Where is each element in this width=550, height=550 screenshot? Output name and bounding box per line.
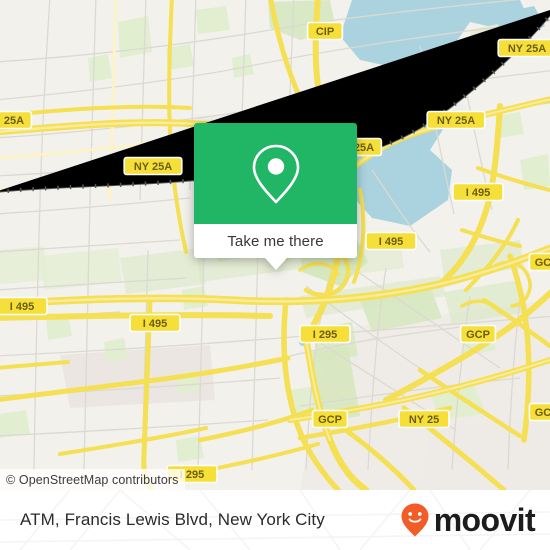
moovit-pin-smile-icon (401, 503, 429, 537)
footer-bar: ATM, Francis Lewis Blvd, New York City m… (0, 490, 550, 550)
highway-shield-label: I 295 (313, 329, 337, 341)
highway-shield: NY 25 (398, 409, 450, 429)
highway-shield: GC (528, 402, 550, 422)
highway-shield-label: GCP (318, 414, 342, 426)
highway-shield: GC (528, 252, 550, 272)
highway-shield-label: NY 25A (134, 161, 172, 173)
highway-shield: I 495 (365, 231, 417, 251)
highway-shield: NY 25A (123, 156, 183, 176)
location-title: ATM, Francis Lewis Blvd, New York City (20, 510, 325, 529)
highway-shield-label: NY 25A (508, 43, 546, 55)
moovit-wordmark: moovit (433, 502, 536, 538)
highway-shield-label: NY 25A (437, 115, 475, 127)
highway-shield: I 495 (452, 182, 504, 202)
highway-shield: CIP (306, 21, 344, 41)
highway-shield-label: I 495 (143, 318, 167, 330)
highway-shield-label: 25A (4, 115, 24, 127)
highway-shield-label: GCP (466, 329, 490, 341)
moovit-brand[interactable]: moovit (400, 490, 536, 550)
highway-shield: I 495 (0, 296, 48, 316)
popup-pointer-tail (264, 258, 287, 270)
map-pin-icon (252, 144, 299, 203)
moovit-map-screen: .w{fill:#AAD3DF} .pk{fill:#D6E8BE} .pk2{… (0, 0, 550, 550)
highway-shield-label: I 495 (379, 236, 403, 248)
highway-shield-label: I 495 (10, 301, 34, 313)
highway-shield: GCP (311, 409, 349, 429)
highway-shield: I 295 (299, 324, 351, 344)
highway-shield-label: I 495 (466, 187, 490, 199)
highway-shield: NY 25A (426, 110, 486, 130)
highway-shield: 25A (0, 110, 33, 130)
highway-shield-label: CIP (316, 26, 334, 38)
highway-shield-label: GC (535, 257, 550, 269)
take-me-there-label: Take me there (227, 232, 324, 250)
highway-shield-label: GC (535, 407, 550, 419)
highway-shield: NY 25A (497, 38, 550, 58)
popup-icon-area (194, 123, 357, 224)
popup-action-bar[interactable]: Take me there (194, 224, 357, 258)
location-popup-card[interactable]: Take me there (194, 123, 357, 270)
osm-attribution[interactable]: © OpenStreetMap contributors (0, 469, 185, 490)
highway-shield-label: NY 25 (409, 414, 439, 426)
highway-shield: I 495 (129, 313, 181, 333)
highway-shield: GCP (459, 324, 497, 344)
